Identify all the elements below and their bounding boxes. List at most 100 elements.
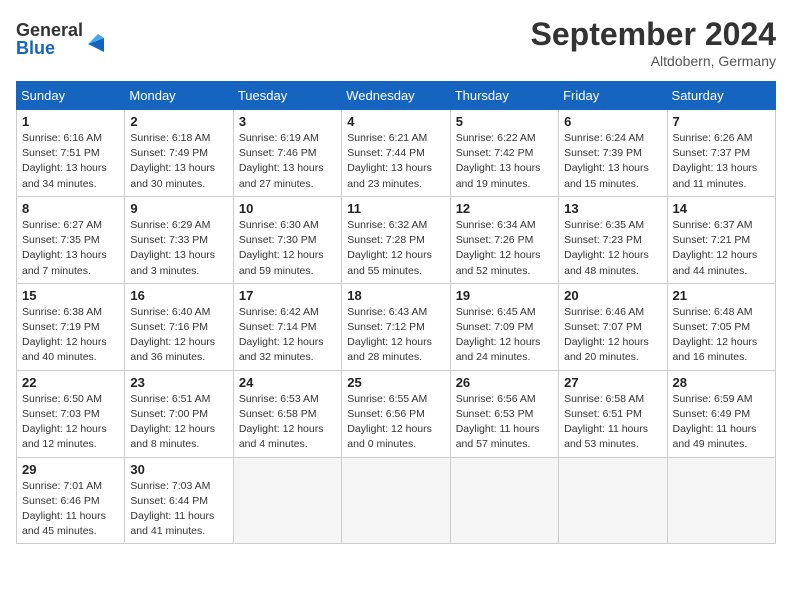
day-number: 30: [130, 462, 227, 477]
day-number: 26: [456, 375, 553, 390]
calendar-day-cell: 27Sunrise: 6:58 AMSunset: 6:51 PMDayligh…: [559, 370, 667, 457]
calendar-day-cell: 15 Sunrise: 6:38 AMSunset: 7:19 PMDayligh…: [17, 283, 125, 370]
weekday-header: Thursday: [450, 82, 558, 110]
calendar-week-row: 8 Sunrise: 6:27 AMSunset: 7:35 PMDaylight…: [17, 196, 776, 283]
weekday-header: Wednesday: [342, 82, 450, 110]
calendar-day-cell: 4Sunrise: 6:21 AMSunset: 7:44 PMDaylight…: [342, 110, 450, 197]
day-detail: Sunrise: 6:22 AMSunset: 7:42 PMDaylight:…: [456, 131, 553, 192]
calendar-day-cell: 6Sunrise: 6:24 AMSunset: 7:39 PMDaylight…: [559, 110, 667, 197]
day-number: 7: [673, 114, 770, 129]
calendar-day-cell: 12 Sunrise: 6:34 AMSunset: 7:26 PMDayligh…: [450, 196, 558, 283]
day-number: 19: [456, 288, 553, 303]
day-detail: Sunrise: 6:24 AMSunset: 7:39 PMDaylight:…: [564, 131, 661, 192]
day-detail: Sunrise: 6:16 AMSunset: 7:51 PMDaylight:…: [22, 131, 119, 192]
title-block: September 2024 Altdobern, Germany: [531, 16, 776, 69]
day-number: 28: [673, 375, 770, 390]
weekday-header: Friday: [559, 82, 667, 110]
calendar-day-cell: 14 Sunrise: 6:37 AMSunset: 7:21 PMDayligh…: [667, 196, 775, 283]
page-header: General Blue September 2024 Altdobern, G…: [16, 16, 776, 69]
day-detail: Sunrise: 6:50 AMSunset: 7:03 PMDaylight:…: [22, 392, 119, 453]
day-number: 12: [456, 201, 553, 216]
calendar-day-cell: 18 Sunrise: 6:43 AMSunset: 7:12 PMDayligh…: [342, 283, 450, 370]
svg-text:General: General: [16, 20, 83, 40]
day-detail: Sunrise: 6:32 AMSunset: 7:28 PMDaylight:…: [347, 218, 444, 279]
day-detail: Sunrise: 6:58 AMSunset: 6:51 PMDaylight:…: [564, 392, 661, 453]
day-number: 1: [22, 114, 119, 129]
calendar-table: SundayMondayTuesdayWednesdayThursdayFrid…: [16, 81, 776, 544]
day-number: 11: [347, 201, 444, 216]
day-detail: Sunrise: 6:55 AMSunset: 6:56 PMDaylight:…: [347, 392, 444, 453]
day-detail: Sunrise: 6:30 AMSunset: 7:30 PMDaylight:…: [239, 218, 336, 279]
day-number: 20: [564, 288, 661, 303]
calendar-day-cell: 13Sunrise: 6:35 AMSunset: 7:23 PMDayligh…: [559, 196, 667, 283]
day-detail: Sunrise: 6:34 AMSunset: 7:26 PMDaylight:…: [456, 218, 553, 279]
calendar-day-cell: 28 Sunrise: 6:59 AMSunset: 6:49 PMDayligh…: [667, 370, 775, 457]
calendar-day-cell: [559, 457, 667, 544]
calendar-day-cell: 16 Sunrise: 6:40 AMSunset: 7:16 PMDayligh…: [125, 283, 233, 370]
calendar-day-cell: 26 Sunrise: 6:56 AMSunset: 6:53 PMDayligh…: [450, 370, 558, 457]
day-number: 29: [22, 462, 119, 477]
calendar-day-cell: 17 Sunrise: 6:42 AMSunset: 7:14 PMDayligh…: [233, 283, 341, 370]
day-detail: Sunrise: 7:03 AMSunset: 6:44 PMDaylight:…: [130, 479, 227, 540]
calendar-day-cell: 5 Sunrise: 6:22 AMSunset: 7:42 PMDaylight…: [450, 110, 558, 197]
location: Altdobern, Germany: [531, 53, 776, 69]
day-number: 13: [564, 201, 661, 216]
calendar-day-cell: 25 Sunrise: 6:55 AMSunset: 6:56 PMDayligh…: [342, 370, 450, 457]
calendar-day-cell: 23Sunrise: 6:51 AMSunset: 7:00 PMDayligh…: [125, 370, 233, 457]
calendar-day-cell: [233, 457, 341, 544]
svg-text:Blue: Blue: [16, 38, 55, 58]
day-detail: Sunrise: 6:29 AMSunset: 7:33 PMDaylight:…: [130, 218, 227, 279]
calendar-day-cell: 20 Sunrise: 6:46 AMSunset: 7:07 PMDayligh…: [559, 283, 667, 370]
calendar-day-cell: 1 Sunrise: 6:16 AMSunset: 7:51 PMDaylight…: [17, 110, 125, 197]
day-number: 17: [239, 288, 336, 303]
calendar-day-cell: 21 Sunrise: 6:48 AMSunset: 7:05 PMDayligh…: [667, 283, 775, 370]
day-detail: Sunrise: 6:51 AMSunset: 7:00 PMDaylight:…: [130, 392, 227, 453]
day-detail: Sunrise: 6:43 AMSunset: 7:12 PMDaylight:…: [347, 305, 444, 366]
calendar-day-cell: 24Sunrise: 6:53 AMSunset: 6:58 PMDayligh…: [233, 370, 341, 457]
day-detail: Sunrise: 7:01 AMSunset: 6:46 PMDaylight:…: [22, 479, 119, 540]
day-detail: Sunrise: 6:45 AMSunset: 7:09 PMDaylight:…: [456, 305, 553, 366]
calendar-day-cell: 30 Sunrise: 7:03 AMSunset: 6:44 PMDayligh…: [125, 457, 233, 544]
day-number: 18: [347, 288, 444, 303]
calendar-day-cell: 3 Sunrise: 6:19 AMSunset: 7:46 PMDaylight…: [233, 110, 341, 197]
day-detail: Sunrise: 6:19 AMSunset: 7:46 PMDaylight:…: [239, 131, 336, 192]
calendar-week-row: 29 Sunrise: 7:01 AMSunset: 6:46 PMDayligh…: [17, 457, 776, 544]
day-number: 21: [673, 288, 770, 303]
day-detail: Sunrise: 6:42 AMSunset: 7:14 PMDaylight:…: [239, 305, 336, 366]
calendar-day-cell: 2Sunrise: 6:18 AMSunset: 7:49 PMDaylight…: [125, 110, 233, 197]
day-detail: Sunrise: 6:56 AMSunset: 6:53 PMDaylight:…: [456, 392, 553, 453]
logo: General Blue: [16, 16, 106, 60]
calendar-day-cell: 11 Sunrise: 6:32 AMSunset: 7:28 PMDayligh…: [342, 196, 450, 283]
day-number: 3: [239, 114, 336, 129]
day-detail: Sunrise: 6:27 AMSunset: 7:35 PMDaylight:…: [22, 218, 119, 279]
calendar-day-cell: 8 Sunrise: 6:27 AMSunset: 7:35 PMDaylight…: [17, 196, 125, 283]
day-detail: Sunrise: 6:59 AMSunset: 6:49 PMDaylight:…: [673, 392, 770, 453]
day-number: 14: [673, 201, 770, 216]
calendar-day-cell: [667, 457, 775, 544]
calendar-day-cell: 10Sunrise: 6:30 AMSunset: 7:30 PMDayligh…: [233, 196, 341, 283]
weekday-header-row: SundayMondayTuesdayWednesdayThursdayFrid…: [17, 82, 776, 110]
day-detail: Sunrise: 6:46 AMSunset: 7:07 PMDaylight:…: [564, 305, 661, 366]
day-detail: Sunrise: 6:38 AMSunset: 7:19 PMDaylight:…: [22, 305, 119, 366]
day-number: 5: [456, 114, 553, 129]
day-number: 4: [347, 114, 444, 129]
day-detail: Sunrise: 6:48 AMSunset: 7:05 PMDaylight:…: [673, 305, 770, 366]
weekday-header: Tuesday: [233, 82, 341, 110]
day-detail: Sunrise: 6:37 AMSunset: 7:21 PMDaylight:…: [673, 218, 770, 279]
day-number: 8: [22, 201, 119, 216]
calendar-day-cell: 22Sunrise: 6:50 AMSunset: 7:03 PMDayligh…: [17, 370, 125, 457]
calendar-day-cell: 19 Sunrise: 6:45 AMSunset: 7:09 PMDayligh…: [450, 283, 558, 370]
calendar-day-cell: [342, 457, 450, 544]
calendar-day-cell: 7 Sunrise: 6:26 AMSunset: 7:37 PMDaylight…: [667, 110, 775, 197]
calendar-day-cell: 9 Sunrise: 6:29 AMSunset: 7:33 PMDaylight…: [125, 196, 233, 283]
day-number: 25: [347, 375, 444, 390]
day-detail: Sunrise: 6:40 AMSunset: 7:16 PMDaylight:…: [130, 305, 227, 366]
day-number: 2: [130, 114, 227, 129]
day-detail: Sunrise: 6:26 AMSunset: 7:37 PMDaylight:…: [673, 131, 770, 192]
day-number: 24: [239, 375, 336, 390]
calendar-week-row: 15 Sunrise: 6:38 AMSunset: 7:19 PMDayligh…: [17, 283, 776, 370]
day-number: 9: [130, 201, 227, 216]
day-number: 16: [130, 288, 227, 303]
calendar-week-row: 22Sunrise: 6:50 AMSunset: 7:03 PMDayligh…: [17, 370, 776, 457]
day-number: 15: [22, 288, 119, 303]
